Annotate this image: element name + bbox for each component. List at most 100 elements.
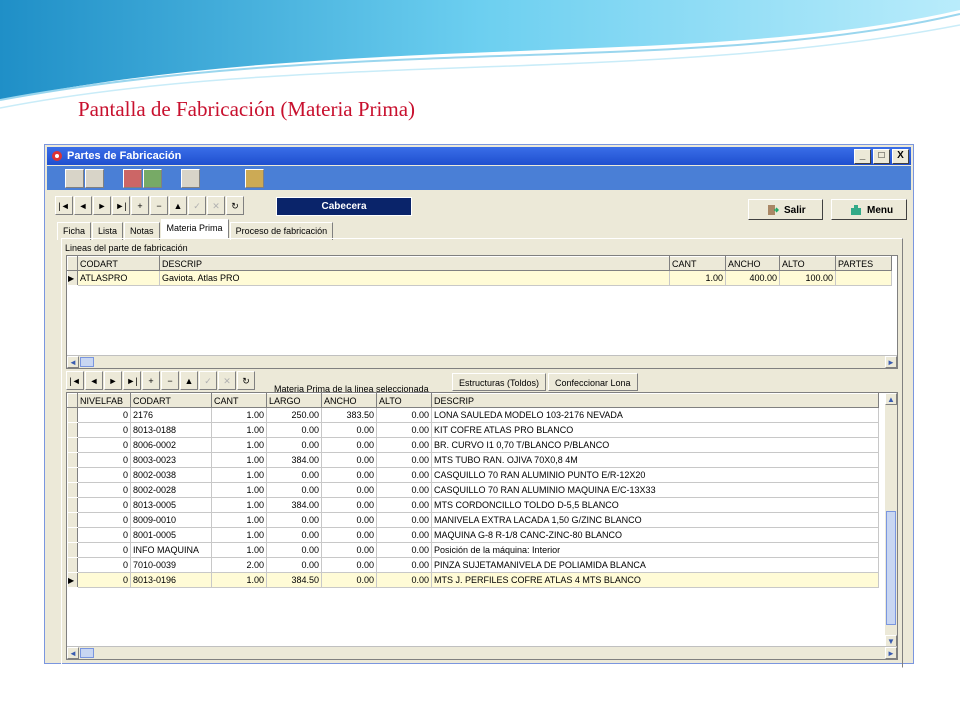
salir-button[interactable]: Salir xyxy=(748,199,823,220)
scroll-left-icon[interactable]: ◄ xyxy=(67,647,79,659)
table-cell[interactable]: INFO MAQUINA xyxy=(130,542,212,558)
table-cell[interactable]: 8006-0002 xyxy=(130,437,212,453)
table-row[interactable]: 0 INFO MAQUINA 1.00 0.00 0.00 0.00 Posición de… xyxy=(67,542,879,558)
last-record-icon[interactable]: ►| xyxy=(112,196,130,215)
scroll-left-icon[interactable]: ◄ xyxy=(67,356,79,368)
table-row[interactable]: ▶ ATLASPRO Gaviota. Atlas PRO 1.00 400.00 100… xyxy=(67,270,892,286)
table-cell[interactable]: 1.00 xyxy=(211,572,267,588)
table-cell[interactable]: 2176 xyxy=(130,407,212,423)
window-titlebar[interactable]: Partes de Fabricación _ □ X xyxy=(47,147,911,165)
document-icon[interactable] xyxy=(85,169,104,188)
table-cell[interactable]: 1.00 xyxy=(211,437,267,453)
table-cell[interactable]: 0.00 xyxy=(321,572,377,588)
column-header[interactable]: DESCRIP xyxy=(431,393,879,408)
table-cell[interactable]: 0 xyxy=(77,452,131,468)
column-header[interactable]: PARTES xyxy=(835,256,892,271)
table-cell[interactable]: 0.00 xyxy=(376,452,432,468)
delete-record-icon[interactable]: − xyxy=(150,196,168,215)
table-cell[interactable]: 0.00 xyxy=(376,557,432,573)
cancel-record-icon[interactable]: ✕ xyxy=(218,371,236,390)
table-cell[interactable]: 7010-0039 xyxy=(130,557,212,573)
table-cell[interactable]: 8003-0023 xyxy=(130,452,212,468)
next-record-icon[interactable]: ► xyxy=(93,196,111,215)
table-cell[interactable]: 0.00 xyxy=(321,422,377,438)
post-record-icon[interactable]: ✓ xyxy=(199,371,217,390)
subtab-estructuras[interactable]: Estructuras (Toldos) xyxy=(452,373,547,391)
table-cell[interactable]: 0.00 xyxy=(321,557,377,573)
table-cell[interactable]: 384.00 xyxy=(266,497,322,513)
table-cell[interactable]: 384.00 xyxy=(266,452,322,468)
table-cell[interactable]: 0 xyxy=(77,467,131,483)
maximize-button[interactable]: □ xyxy=(873,149,890,164)
table-cell[interactable]: 384.50 xyxy=(266,572,322,588)
column-header[interactable]: CODART xyxy=(130,393,212,408)
table-cell[interactable]: 0 xyxy=(77,422,131,438)
table-cell[interactable]: 250.00 xyxy=(266,407,322,423)
row-indicator[interactable] xyxy=(67,527,78,543)
menu-button[interactable]: Menu xyxy=(831,199,907,220)
row-indicator[interactable] xyxy=(67,437,78,453)
table-cell[interactable]: 0.00 xyxy=(376,467,432,483)
table-cell[interactable]: 0.00 xyxy=(266,422,322,438)
table-cell[interactable]: 1.00 xyxy=(211,422,267,438)
lineas-scroll-thumb[interactable] xyxy=(80,357,94,367)
table-cell[interactable]: 8009-0010 xyxy=(130,512,212,528)
table-cell[interactable]: 0 xyxy=(77,542,131,558)
table-cell[interactable]: 0.00 xyxy=(376,437,432,453)
row-indicator[interactable] xyxy=(67,557,78,573)
table-cell[interactable]: 0 xyxy=(77,437,131,453)
table-cell[interactable]: 0.00 xyxy=(266,512,322,528)
table-cell[interactable]: BR. CURVO I1 0,70 T/BLANCO P/BLANCO xyxy=(431,437,879,453)
row-indicator[interactable] xyxy=(67,512,78,528)
table-cell[interactable]: 0.00 xyxy=(321,452,377,468)
table-row[interactable]: 0 8013-0005 1.00 384.00 0.00 0.00 MTS CORDONCI… xyxy=(67,497,879,513)
delete-record-icon[interactable]: − xyxy=(161,371,179,390)
table-cell[interactable]: 0 xyxy=(77,497,131,513)
table-cell[interactable]: 8002-0038 xyxy=(130,467,212,483)
materia-scroll-thumb[interactable] xyxy=(80,648,94,658)
table-cell[interactable]: 2.00 xyxy=(211,557,267,573)
table-cell[interactable]: CASQUILLO 70 RAN ALUMINIO PUNTO E/R-12X2… xyxy=(431,467,879,483)
scroll-up-icon[interactable]: ▲ xyxy=(885,393,897,405)
column-header[interactable]: LARGO xyxy=(266,393,322,408)
table-cell[interactable]: 8013-0005 xyxy=(130,497,212,513)
column-header[interactable]: NIVELFAB xyxy=(77,393,131,408)
table-cell[interactable]: 1.00 xyxy=(211,467,267,483)
row-indicator[interactable] xyxy=(67,407,78,423)
table-cell[interactable]: 0 xyxy=(77,482,131,498)
table-row[interactable]: 0 7010-0039 2.00 0.00 0.00 0.00 PINZA SUJETAMA… xyxy=(67,557,879,573)
table-cell[interactable]: 0.00 xyxy=(376,407,432,423)
materia-vscrollbar[interactable]: ▲ ▼ xyxy=(885,393,897,647)
table-row[interactable]: 0 2176 1.00 250.00 383.50 0.00 LONA SAULEDA MO… xyxy=(67,407,879,423)
table-row[interactable]: 0 8013-0188 1.00 0.00 0.00 0.00 KIT COFRE ATLA… xyxy=(67,422,879,438)
table-cell[interactable]: 0 xyxy=(77,527,131,543)
column-header[interactable]: ANCHO xyxy=(725,256,780,271)
scroll-right-icon[interactable]: ► xyxy=(885,356,897,368)
table-cell[interactable]: ATLASPRO xyxy=(77,270,160,286)
table-cell[interactable]: 8013-0188 xyxy=(130,422,212,438)
table-cell[interactable]: 0.00 xyxy=(376,512,432,528)
table-cell[interactable]: 0.00 xyxy=(321,542,377,558)
table-cell[interactable]: 0.00 xyxy=(321,497,377,513)
exit-door-icon[interactable] xyxy=(245,169,264,188)
materia-vscroll-thumb[interactable] xyxy=(886,511,896,625)
edit-record-icon[interactable]: ▲ xyxy=(169,196,187,215)
tab-materia-prima[interactable]: Materia Prima xyxy=(160,219,229,239)
windows-icon[interactable] xyxy=(181,169,200,188)
table-cell[interactable]: 400.00 xyxy=(725,270,780,286)
table-cell[interactable]: 0.00 xyxy=(376,422,432,438)
table-row[interactable]: 0 8002-0038 1.00 0.00 0.00 0.00 CASQUILLO 70 R… xyxy=(67,467,879,483)
table-cell[interactable]: 0.00 xyxy=(266,482,322,498)
table-cell[interactable]: 383.50 xyxy=(321,407,377,423)
table-cell[interactable]: 0.00 xyxy=(321,512,377,528)
table-row[interactable]: 0 8003-0023 1.00 384.00 0.00 0.00 MTS TUBO RAN… xyxy=(67,452,879,468)
table-cell[interactable]: 0.00 xyxy=(266,557,322,573)
table-cell[interactable]: Posición de la máquina: Interior xyxy=(431,542,879,558)
table-cell[interactable]: 1.00 xyxy=(211,452,267,468)
table-cell[interactable]: 0.00 xyxy=(376,482,432,498)
table-cell[interactable]: 1.00 xyxy=(211,407,267,423)
current-row-indicator-icon[interactable]: ▶ xyxy=(67,572,78,588)
table-cell[interactable]: 0.00 xyxy=(266,527,322,543)
table-cell[interactable]: 8002-0028 xyxy=(130,482,212,498)
table-cell[interactable]: 0 xyxy=(77,512,131,528)
